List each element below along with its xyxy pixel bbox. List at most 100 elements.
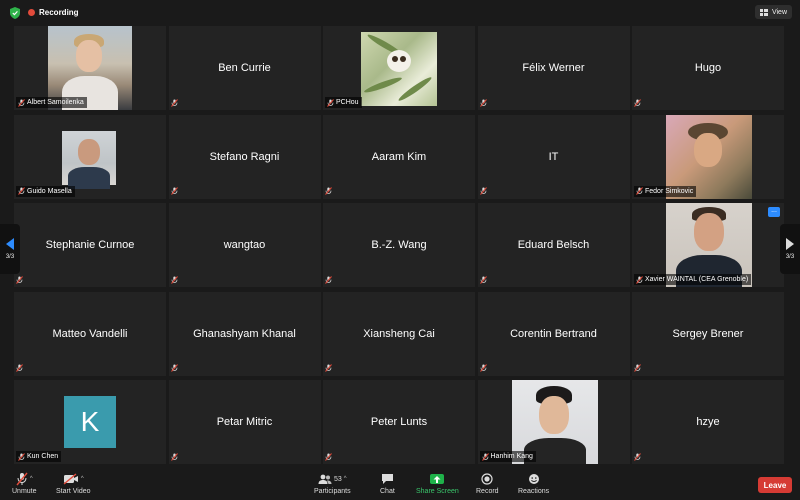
participants-button[interactable]: 53 ^ Participants (314, 472, 351, 495)
participant-label: Albert Samoilenka (16, 97, 87, 108)
reactions-smiley-icon (528, 474, 539, 484)
view-button[interactable]: View (754, 5, 792, 19)
participants-label: Participants (314, 488, 351, 495)
video-camera-off-icon (63, 473, 78, 485)
participant-tile[interactable]: wangtao (168, 203, 321, 287)
participant-tile[interactable]: B.-Z. Wang (323, 203, 475, 287)
participant-label-name: Guido Masella (27, 187, 72, 195)
meeting-toolbar: ^ Unmute ^ Start Video 53 ^ Participants… (0, 470, 800, 500)
reactions-label: Reactions (518, 488, 550, 495)
video-options-caret-icon[interactable]: ^ (81, 476, 84, 482)
participant-tile[interactable]: hzye (632, 380, 784, 464)
participant-tile[interactable]: Félix Werner (477, 26, 630, 110)
chat-button[interactable]: Chat (380, 472, 395, 495)
unmute-options-caret-icon[interactable]: ^ (30, 476, 33, 482)
participant-tile[interactable]: PCHou (323, 26, 475, 110)
participant-name: Matteo Vandelli (52, 327, 128, 340)
participants-options-caret-icon[interactable]: ^ (344, 476, 347, 482)
participant-tile[interactable]: Hugo (632, 26, 784, 110)
participant-tile[interactable]: Albert Samoilenka (14, 26, 166, 110)
microphone-muted-icon (325, 275, 332, 284)
participant-tile[interactable]: Stephanie Curnoe (14, 203, 166, 287)
participant-name: Stefano Ragni (209, 150, 280, 163)
participant-label (634, 97, 641, 108)
participant-tile[interactable]: Xavier WAINTAL (CEA Grenoble)... (632, 203, 784, 287)
chat-label: Chat (380, 488, 395, 495)
microphone-muted-icon (479, 275, 487, 284)
participant-tile[interactable]: Corentin Bertrand (477, 291, 630, 376)
participant-label (479, 97, 487, 108)
participant-tile[interactable]: Xiansheng Cai (323, 291, 475, 376)
grid-view-icon (759, 8, 768, 16)
recording-indicator[interactable]: Recording (28, 6, 79, 18)
unmute-button[interactable]: ^ Unmute (12, 472, 37, 495)
record-button[interactable]: Record (476, 472, 499, 495)
record-label: Record (476, 488, 499, 495)
participant-tile[interactable]: Fedor Simkovic (632, 114, 784, 199)
microphone-muted-icon (325, 452, 332, 461)
microphone-muted-icon (16, 472, 28, 486)
unmute-label: Unmute (12, 488, 37, 495)
microphone-muted-icon (325, 364, 332, 372)
participant-name: Sergey Brener (672, 327, 744, 340)
participant-tile[interactable]: Sergey Brener (632, 291, 784, 376)
share-screen-arrow-icon (430, 474, 445, 484)
participant-tile[interactable]: Stefano Ragni (168, 114, 321, 199)
start-video-label: Start Video (56, 488, 91, 495)
microphone-muted-icon (170, 187, 178, 195)
participant-label (325, 451, 332, 462)
microphone-muted-icon (479, 187, 487, 195)
participant-label (170, 274, 178, 285)
share-screen-button[interactable]: Share Screen (416, 472, 459, 495)
participant-name: Corentin Bertrand (510, 327, 597, 340)
arrow-right-icon (786, 238, 794, 250)
participant-label: Hanhim Kang (479, 451, 536, 462)
chat-bubble-icon (381, 474, 393, 484)
participant-name: Hugo (694, 62, 722, 74)
participant-name: Eduard Belsch (517, 239, 590, 251)
participant-tile[interactable]: Guido Masella (14, 114, 166, 199)
participants-icon (318, 474, 332, 484)
previous-page-button[interactable]: 3/3 (0, 224, 20, 274)
participant-label (634, 451, 641, 462)
participant-label: Kun Chen (16, 451, 62, 462)
participants-count: 53 (333, 475, 342, 483)
microphone-muted-icon (18, 98, 25, 107)
participant-tile[interactable]: Hanhim Kang (477, 380, 630, 464)
participant-name: Stephanie Curnoe (45, 239, 135, 251)
reactions-button[interactable]: Reactions (518, 472, 549, 495)
participant-label (170, 97, 178, 108)
participant-tile[interactable]: Ghanashyam Khanal (168, 291, 321, 376)
view-label: View (771, 8, 787, 16)
participant-tile[interactable]: Matteo Vandelli (14, 291, 166, 376)
participant-name: Petar Mitric (216, 416, 273, 428)
start-video-button[interactable]: ^ Start Video (56, 472, 91, 495)
participant-tile[interactable]: IT (477, 114, 630, 199)
leave-button[interactable]: Leave (758, 477, 792, 493)
participant-label-name: Hanhim Kang (490, 453, 533, 460)
gallery-grid: Albert Samoilenka Ben Currie PCHou Félix We… (14, 26, 786, 466)
participant-label (325, 363, 332, 374)
participant-label (325, 274, 332, 285)
page-counter-left: 3/3 (5, 254, 15, 260)
participant-tile[interactable]: Ben Currie (168, 26, 321, 110)
participant-name: Ben Currie (218, 62, 271, 74)
participant-tile[interactable]: K Kun Chen (14, 380, 166, 464)
avatar-letter: K (64, 396, 116, 448)
security-shield-icon[interactable] (10, 6, 20, 19)
participant-tile[interactable]: Aaram Kim (323, 114, 475, 199)
participant-label (16, 274, 23, 285)
participant-label: PCHou (325, 97, 362, 108)
participant-tile[interactable]: Petar Mitric (168, 380, 321, 464)
participant-label-name: Kun Chen (27, 453, 59, 460)
participant-tile[interactable]: Peter Lunts (323, 380, 475, 464)
more-options-button[interactable]: ... (768, 207, 780, 217)
microphone-muted-icon (481, 452, 489, 461)
participant-tile[interactable]: Eduard Belsch (477, 203, 630, 287)
microphone-muted-icon (325, 187, 332, 195)
next-page-button[interactable]: 3/3 (780, 224, 800, 274)
participant-name: hzye (696, 416, 720, 428)
participant-label (170, 186, 178, 197)
participant-label-name: Fedor Simkovic (645, 187, 694, 195)
participant-video (361, 32, 437, 106)
